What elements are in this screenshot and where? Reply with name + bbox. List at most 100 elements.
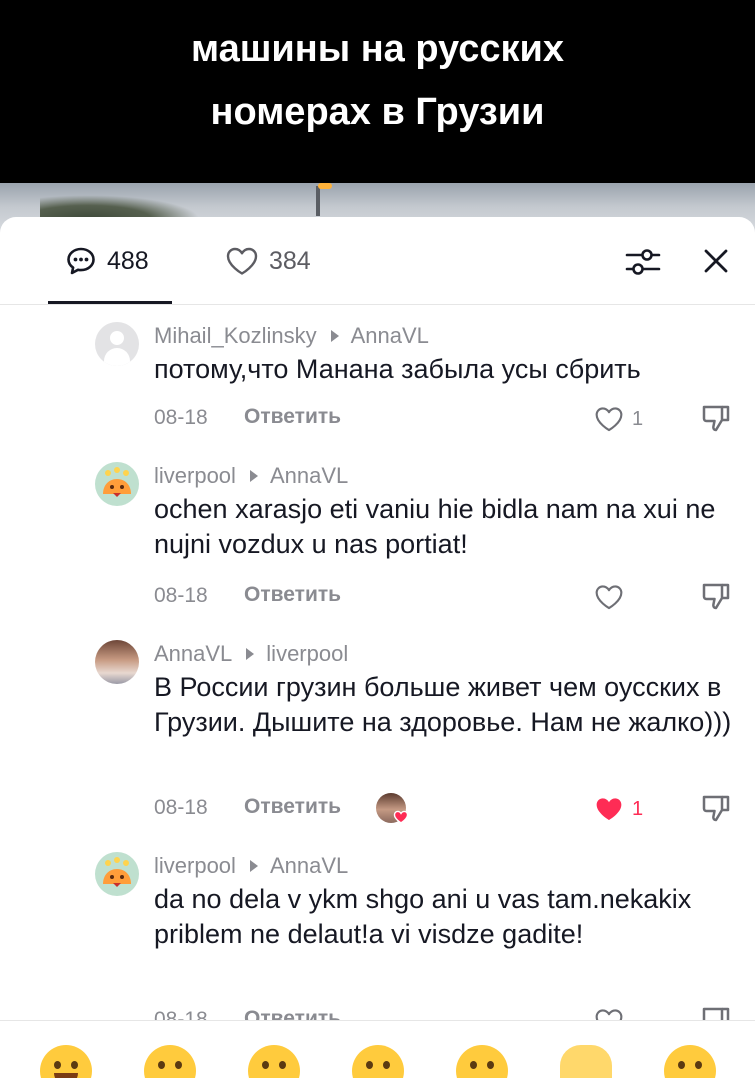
emoji-eye bbox=[366, 1061, 373, 1069]
avatar-placeholder-head bbox=[110, 331, 124, 345]
video-caption-line: машины на русских bbox=[190, 28, 565, 70]
emoji-eye bbox=[695, 1061, 702, 1069]
video-street-lamp bbox=[316, 186, 320, 216]
reply-button[interactable]: Ответить bbox=[244, 583, 341, 607]
close-button[interactable] bbox=[698, 243, 734, 279]
avatar-placeholder-body bbox=[104, 348, 130, 366]
small-heart-icon bbox=[393, 810, 409, 824]
comment-bubble-icon bbox=[67, 247, 95, 275]
tab-likes[interactable]: 384 bbox=[225, 239, 311, 283]
comment-meta: Mihail_Kozlinsky AnnaVL bbox=[154, 322, 429, 350]
comment-reply-to[interactable]: AnnaVL bbox=[351, 323, 429, 349]
emoji-eye bbox=[71, 1061, 78, 1069]
comment-date: 08-18 bbox=[154, 1008, 208, 1020]
comment-reply-to[interactable]: liverpool bbox=[266, 641, 348, 667]
emoji-eye bbox=[54, 1061, 61, 1069]
like-button[interactable] bbox=[594, 580, 632, 614]
close-icon bbox=[704, 249, 728, 273]
comment-text: da no dela v ykm shgo ani u vas tam.neka… bbox=[154, 884, 692, 949]
emoji-eye bbox=[158, 1061, 165, 1069]
reply-button[interactable]: Ответить bbox=[244, 1007, 341, 1020]
wink-emoji[interactable] bbox=[456, 1045, 508, 1078]
comment-meta: liverpool AnnaVL bbox=[154, 462, 348, 490]
thumbs-down-icon bbox=[702, 405, 730, 432]
comment-author[interactable]: liverpool bbox=[154, 463, 236, 489]
like-button[interactable] bbox=[594, 1004, 632, 1020]
comments-panel: 488 384 Mihail_Kozlinsky AnnaVL потому,ч… bbox=[0, 217, 755, 1078]
heart-outline-icon bbox=[226, 247, 258, 275]
joy-emoji[interactable] bbox=[40, 1045, 92, 1078]
like-button[interactable]: 1 bbox=[594, 792, 643, 826]
comment-actions: 08-18 Ответить 1 bbox=[0, 402, 755, 436]
emoji-eye bbox=[279, 1061, 286, 1069]
comments-list[interactable]: Mihail_Kozlinsky AnnaVL потому,что Манан… bbox=[0, 305, 755, 1020]
comment-date: 08-18 bbox=[154, 406, 208, 429]
emoji-eye bbox=[262, 1061, 269, 1069]
comment-author[interactable]: Mihail_Kozlinsky bbox=[154, 323, 317, 349]
reply-arrow-icon bbox=[249, 470, 258, 482]
comment-author[interactable]: AnnaVL bbox=[154, 641, 232, 667]
emoji-mouth bbox=[54, 1073, 78, 1078]
reply-arrow-icon bbox=[330, 330, 339, 342]
comment-actions: 08-18 Ответить bbox=[0, 580, 755, 614]
emoji-quick-bar bbox=[0, 1020, 755, 1078]
open-mouth-emoji[interactable] bbox=[248, 1045, 300, 1078]
likes-count: 384 bbox=[269, 246, 311, 275]
thumbs-down-icon bbox=[702, 1007, 730, 1020]
like-count: 1 bbox=[632, 797, 644, 820]
emoji-eye bbox=[470, 1061, 477, 1069]
dislike-button[interactable] bbox=[700, 580, 732, 614]
comment-text: потому,что Манана забыла усы сбрить bbox=[154, 354, 641, 384]
clapping-hands-emoji[interactable] bbox=[560, 1045, 612, 1078]
thumbs-down-icon bbox=[702, 795, 730, 822]
reply-button[interactable]: Ответить bbox=[244, 405, 341, 429]
avatar[interactable] bbox=[95, 640, 139, 684]
comment-meta: liverpool AnnaVL bbox=[154, 852, 348, 880]
comment-date: 08-18 bbox=[154, 584, 208, 607]
video-caption-line: номерах в Грузии bbox=[210, 91, 545, 133]
thumbs-down-icon bbox=[702, 583, 730, 610]
avatar[interactable] bbox=[95, 852, 139, 896]
sliders-icon bbox=[625, 249, 661, 275]
like-count: 1 bbox=[632, 407, 644, 430]
comment-author[interactable]: liverpool bbox=[154, 853, 236, 879]
emoji-eye bbox=[678, 1061, 685, 1069]
comment-reply-to[interactable]: AnnaVL bbox=[270, 853, 348, 879]
heart-outline-icon bbox=[595, 407, 623, 432]
heart-outline-icon bbox=[595, 585, 623, 610]
liked-by-creator-badge bbox=[376, 793, 410, 825]
comments-tabs: 488 384 bbox=[0, 217, 755, 305]
heart-outline-icon bbox=[595, 1009, 623, 1020]
reply-arrow-icon bbox=[249, 860, 258, 872]
like-button[interactable]: 1 bbox=[594, 402, 643, 436]
dislike-button[interactable] bbox=[700, 792, 732, 826]
heart-filled-icon bbox=[596, 798, 622, 821]
comment-actions: 08-18 Ответить bbox=[0, 1004, 755, 1020]
active-tab-indicator bbox=[48, 301, 172, 304]
comment-reply-to[interactable]: AnnaVL bbox=[270, 463, 348, 489]
bird-avatar-icon bbox=[103, 467, 131, 497]
tab-comments[interactable]: 488 bbox=[65, 239, 149, 283]
comment-actions: 08-18 Ответить 1 bbox=[0, 792, 755, 826]
smiling-face-with-hearts-emoji[interactable] bbox=[144, 1045, 196, 1078]
filter-button[interactable] bbox=[624, 243, 662, 281]
reply-button[interactable]: Ответить bbox=[244, 795, 341, 819]
comment-text: ochen xarasjo eti vaniu hie bidla nam na… bbox=[154, 494, 716, 559]
comment-date: 08-18 bbox=[154, 796, 208, 819]
avatar[interactable] bbox=[95, 462, 139, 506]
dislike-button[interactable] bbox=[700, 1004, 732, 1020]
avatar[interactable] bbox=[95, 322, 139, 366]
sweat-smile-emoji[interactable] bbox=[352, 1045, 404, 1078]
emoji-eye bbox=[383, 1061, 390, 1069]
video-lamp-light bbox=[318, 183, 332, 189]
emoji-eye bbox=[487, 1061, 494, 1069]
emoji-eye bbox=[175, 1061, 182, 1069]
comment-meta: AnnaVL liverpool bbox=[154, 640, 348, 668]
dislike-button[interactable] bbox=[700, 402, 732, 436]
video-player[interactable]: машины на русских номерах в Грузии bbox=[0, 0, 755, 240]
bird-avatar-icon bbox=[103, 857, 131, 887]
comments-count: 488 bbox=[107, 246, 149, 275]
grin-emoji[interactable] bbox=[664, 1045, 716, 1078]
comment-text: В России грузин больше живет чем оусских… bbox=[154, 672, 732, 737]
reply-arrow-icon bbox=[246, 648, 255, 660]
